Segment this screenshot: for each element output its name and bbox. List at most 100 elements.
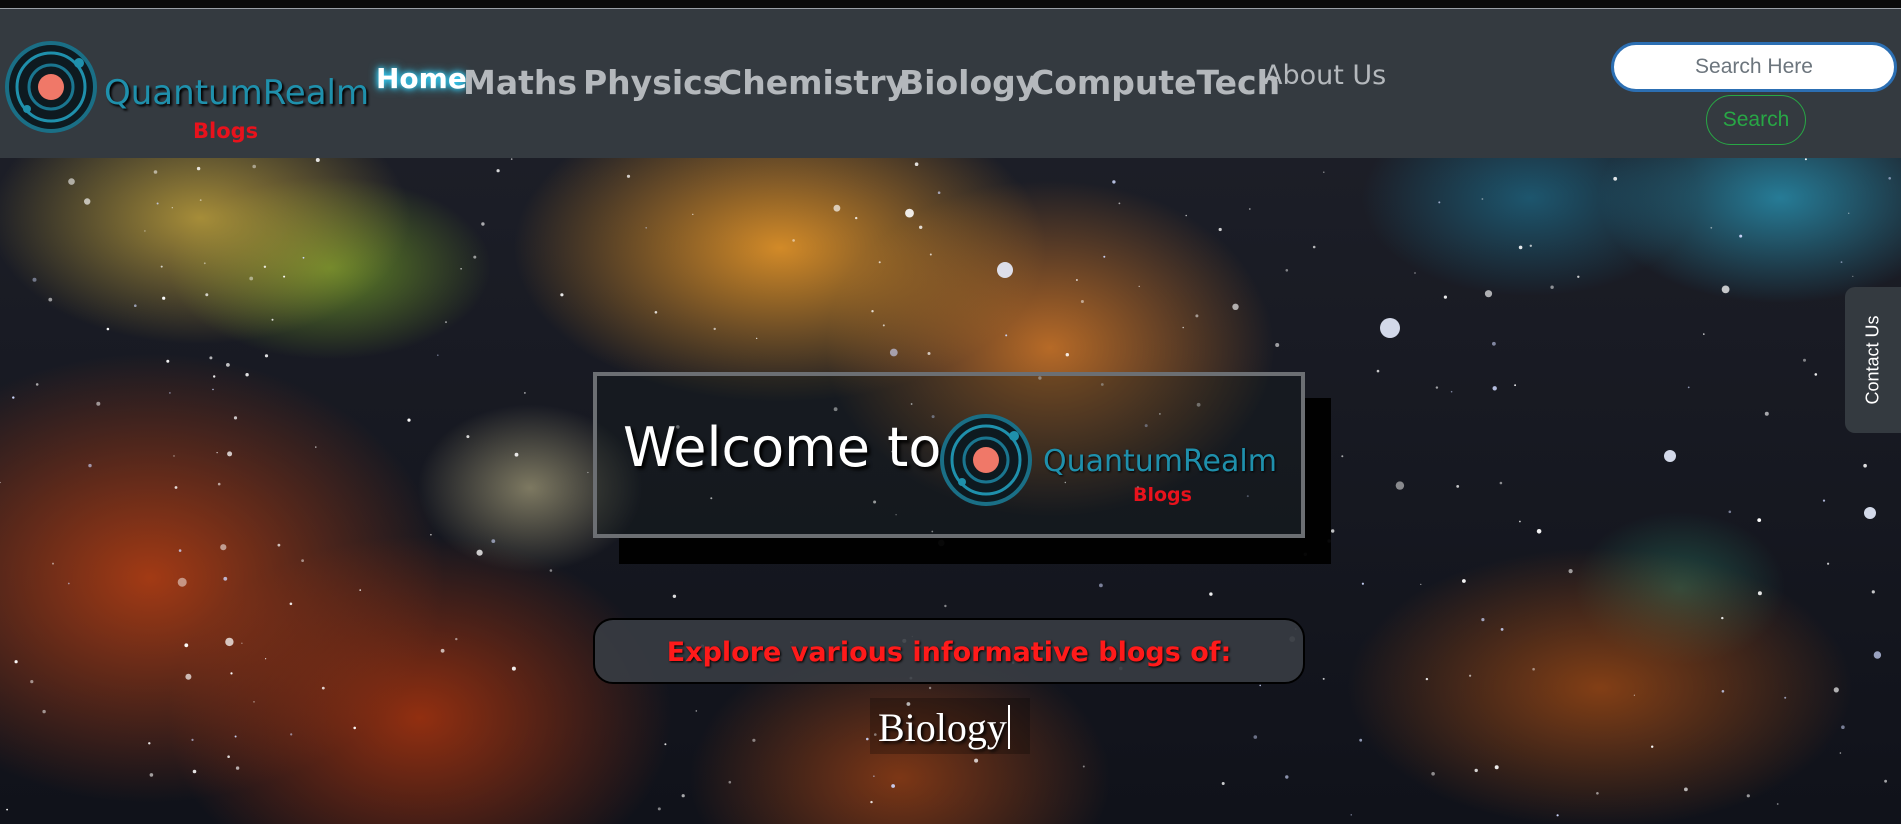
star [1550,285,1554,289]
star [1359,738,1363,742]
star [752,738,756,742]
star [1118,202,1121,205]
star [169,392,171,394]
nav-home[interactable]: Home [376,62,467,95]
contact-us-tab[interactable]: Contact Us [1845,287,1901,433]
star [1395,481,1405,490]
star [889,348,898,357]
brand-subtitle: Blogs [193,119,259,143]
star [1322,677,1325,680]
star [160,265,163,268]
star [1757,518,1762,522]
star [1519,520,1521,523]
star [1209,592,1213,596]
star [1803,358,1806,362]
star [1852,275,1854,277]
star [460,268,462,270]
star [192,769,197,774]
star [321,686,325,690]
star [1888,177,1891,180]
browser-top-bar [0,0,1901,9]
star [927,352,931,355]
star [106,327,110,331]
star [1182,326,1184,329]
star [1484,290,1493,298]
star [1833,687,1839,693]
star [353,726,357,730]
star [88,463,92,468]
star [1195,314,1199,318]
star [249,276,254,281]
star [134,304,137,307]
star [626,174,631,178]
star [32,277,37,282]
star [1285,775,1289,779]
star [226,363,230,367]
star [1438,201,1441,204]
star [1341,455,1344,458]
star [1757,591,1762,596]
star [149,773,154,777]
search-input[interactable] [1611,42,1897,92]
star [1494,765,1499,770]
star [156,202,159,205]
explore-banner: Explore various informative blogs of: [593,618,1305,684]
star [96,401,101,406]
star [713,327,716,331]
star [1728,510,1732,514]
star [264,354,269,358]
nav-chemistry[interactable]: Chemistry [718,63,907,102]
star [756,337,758,339]
star [220,544,227,551]
star [514,452,519,457]
star [1232,303,1239,310]
star [144,230,146,232]
star [1005,334,1008,337]
star [944,604,947,608]
star [48,297,53,302]
star [185,673,192,680]
star [84,198,91,205]
star [177,577,187,587]
star [524,392,526,394]
nav-biology[interactable]: Biology [899,63,1037,102]
star [235,766,240,770]
star [174,486,178,489]
star [1443,295,1447,299]
star [928,686,932,690]
star [196,166,201,171]
star [227,451,233,457]
star [166,359,170,363]
star [587,471,589,474]
star [672,594,677,598]
star [440,648,445,653]
star [549,569,553,572]
star [491,539,496,543]
star [315,446,317,448]
star [241,642,243,644]
star [233,416,238,420]
star [1492,341,1496,346]
nav-physics[interactable]: Physics [583,63,722,102]
search-button[interactable]: Search [1706,95,1806,145]
star [265,658,267,660]
star [230,672,233,675]
star [1323,171,1325,173]
bright-star [1664,450,1676,462]
star [1431,772,1435,776]
star [42,709,46,714]
star [1065,353,1070,357]
star [1536,529,1542,534]
orbit-logo-icon [5,41,97,133]
star [1099,583,1103,588]
nav-computetech[interactable]: ComputeTech [1030,63,1280,102]
star [974,758,979,763]
nav-maths[interactable]: Maths [463,63,577,102]
hero-brand-subtitle: Blogs [1133,484,1192,506]
star [148,742,151,745]
star [1651,745,1654,748]
star [1218,227,1222,232]
star [1871,590,1875,594]
brand-logo-link[interactable]: QuantumRealm Blogs [3,39,369,143]
nav-about-us[interactable]: About Us [1264,60,1386,91]
